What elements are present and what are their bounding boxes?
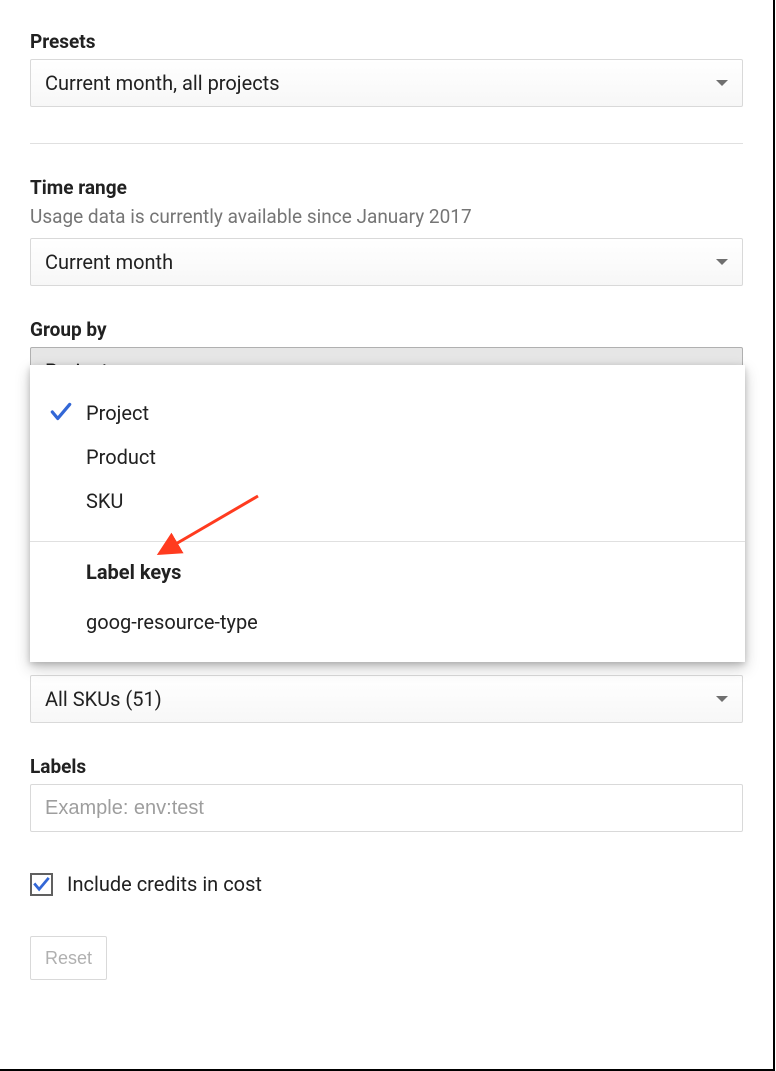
- time-range-select[interactable]: Current month: [30, 238, 743, 286]
- label-keys-header: Label keys: [30, 548, 745, 600]
- group-by-option-sku[interactable]: SKU: [30, 479, 745, 523]
- labels-input[interactable]: [30, 784, 743, 832]
- group-by-section: Group by Project Project Product SKU Lab…: [30, 318, 743, 395]
- chevron-down-icon: [716, 259, 728, 265]
- check-icon: [48, 399, 74, 430]
- group-by-option-product[interactable]: Product: [30, 435, 745, 479]
- time-range-section: Time range Usage data is currently avail…: [30, 176, 743, 286]
- include-credits-label: Include credits in cost: [67, 872, 262, 896]
- filter-panel: Presets Current month, all projects Time…: [0, 0, 775, 1071]
- group-by-option-project[interactable]: Project: [30, 391, 745, 435]
- presets-section: Presets Current month, all projects: [30, 30, 743, 107]
- group-by-dropdown: Project Product SKU Label keys goog-reso…: [30, 365, 745, 662]
- presets-value: Current month, all projects: [45, 71, 280, 95]
- group-by-label: Group by: [30, 318, 743, 341]
- reset-button[interactable]: Reset: [30, 936, 107, 980]
- labels-label: Labels: [30, 755, 743, 778]
- skus-value: All SKUs (51): [45, 687, 162, 711]
- chevron-down-icon: [716, 80, 728, 86]
- skus-section: SKUs All SKUs (51): [30, 671, 743, 723]
- reset-button-label: Reset: [45, 948, 92, 968]
- include-credits-row: Include credits in cost: [30, 872, 743, 896]
- presets-label: Presets: [30, 30, 743, 53]
- time-range-label: Time range: [30, 176, 743, 199]
- labels-section: Labels: [30, 755, 743, 832]
- chevron-down-icon: [716, 696, 728, 702]
- include-credits-checkbox[interactable]: [30, 873, 53, 896]
- section-divider: [30, 143, 743, 144]
- dropdown-divider: [30, 541, 745, 542]
- group-by-option-labelkey-0[interactable]: goog-resource-type: [30, 600, 745, 644]
- option-label: SKU: [86, 489, 123, 513]
- option-label: goog-resource-type: [86, 610, 258, 634]
- option-label: Product: [86, 445, 156, 469]
- skus-select[interactable]: All SKUs (51): [30, 675, 743, 723]
- time-range-sublabel: Usage data is currently available since …: [30, 205, 743, 228]
- time-range-value: Current month: [45, 250, 173, 274]
- option-label: Project: [86, 401, 149, 425]
- presets-select[interactable]: Current month, all projects: [30, 59, 743, 107]
